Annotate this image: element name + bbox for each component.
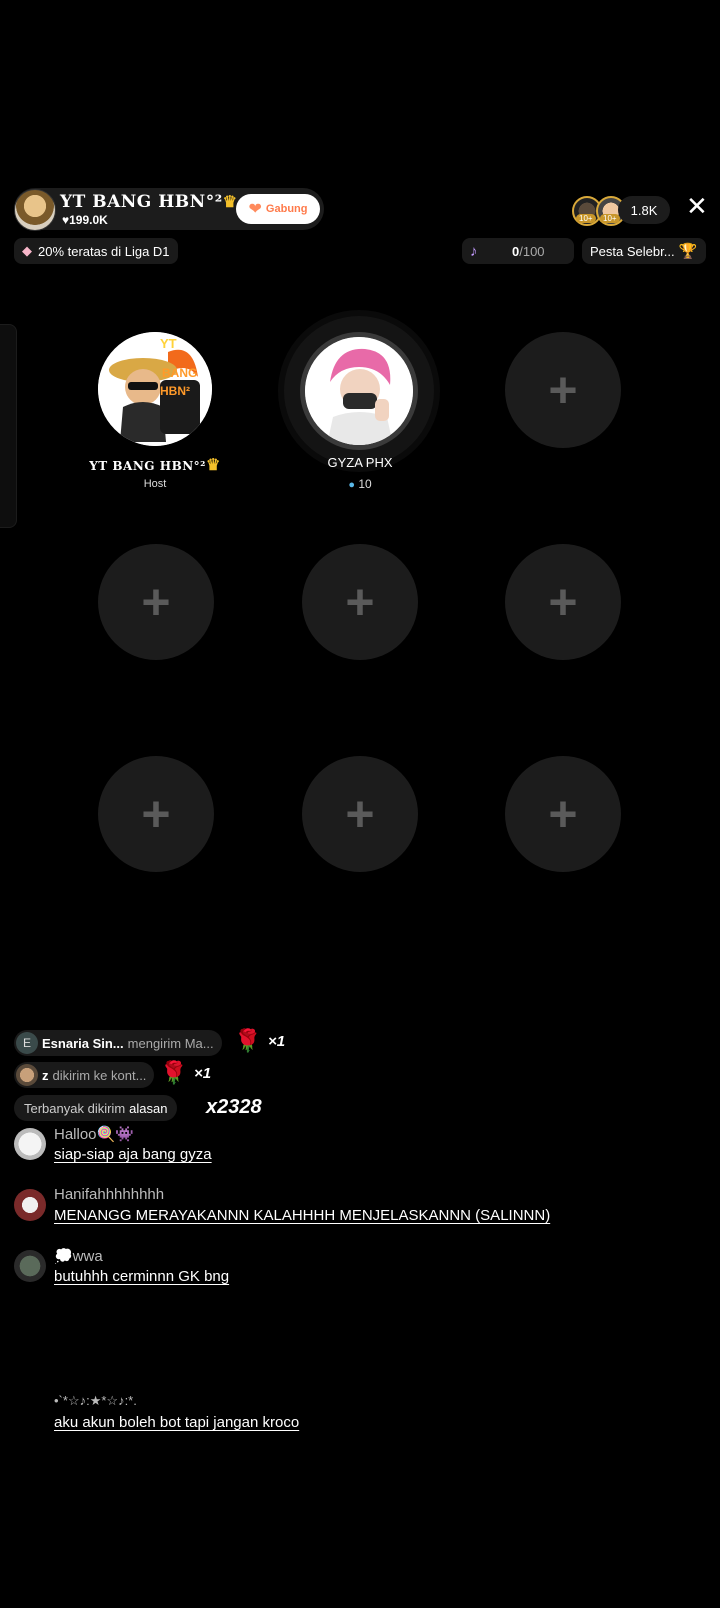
music-note-icon: ♪ bbox=[470, 242, 478, 260]
empty-seat[interactable]: + bbox=[302, 544, 418, 660]
comment-text: MENANGG MERAYAKANNN KALAHHHH MENJELASKAN… bbox=[54, 1207, 551, 1224]
host-seat-avatar[interactable] bbox=[98, 332, 212, 446]
guest-seat-avatar[interactable] bbox=[305, 337, 413, 445]
diamond-icon: ◆ bbox=[22, 243, 32, 258]
plus-icon: + bbox=[345, 574, 375, 630]
top-sent-pill[interactable]: Terbanyak dikirim alasan bbox=[14, 1095, 178, 1121]
plus-icon: + bbox=[548, 362, 578, 418]
plus-icon: + bbox=[548, 786, 578, 842]
top-sent-count: x2328 bbox=[206, 1096, 262, 1118]
gift-count: ×1 bbox=[194, 1065, 212, 1082]
comment-username[interactable]: Hanifahhhhhhhh bbox=[54, 1186, 164, 1203]
trophy-icon: 🏆 bbox=[678, 243, 698, 260]
score-progress-pill[interactable]: ♪ 0/100 bbox=[462, 238, 574, 264]
rose-gift-icon: 🌹 bbox=[160, 1060, 188, 1085]
rose-gift-icon: 🌹 bbox=[234, 1028, 262, 1053]
comment-text: butuhhh cerminnn GK bng bbox=[54, 1268, 230, 1285]
viewer-rank-badge: 10+ bbox=[600, 214, 620, 223]
league-rank-pill[interactable]: ◆ 20% teratas di Liga D1 bbox=[14, 238, 178, 264]
guest-coin-count: ● 10 bbox=[348, 477, 372, 491]
host-logo-text: YT bbox=[160, 336, 177, 351]
guest-seat-name: GYZA PHX bbox=[327, 455, 393, 470]
plus-icon: + bbox=[141, 574, 171, 630]
host-seat-name: YT BANG HBN°²♛ bbox=[89, 455, 221, 474]
join-button[interactable]: ❤ Gabung bbox=[236, 194, 320, 224]
host-name: YT BANG HBN°²♛ bbox=[60, 192, 238, 212]
avatar bbox=[16, 1064, 38, 1086]
crown-icon: ♛ bbox=[205, 455, 221, 474]
gift-notification[interactable]: E Esnaria Sin... mengirim Ma... bbox=[14, 1030, 222, 1056]
empty-seat[interactable]: + bbox=[302, 756, 418, 872]
avatar: E bbox=[16, 1032, 38, 1054]
event-pill[interactable]: Pesta Selebr... 🏆 bbox=[582, 238, 706, 264]
gift-count: ×1 bbox=[268, 1033, 286, 1050]
host-logo-text: HBN² bbox=[160, 384, 190, 398]
empty-seat[interactable]: + bbox=[505, 756, 621, 872]
comment-text: aku akun boleh bot tapi jangan kroco bbox=[54, 1414, 300, 1431]
hearts-icon: ❤ bbox=[248, 201, 262, 218]
comment-username[interactable]: •`*☆♪:★*☆♪:*. bbox=[54, 1393, 137, 1409]
host-logo-text: BANG bbox=[162, 366, 198, 380]
viewer-rank-badge: 10+ bbox=[576, 214, 596, 223]
host-likes: ♥199.0K bbox=[62, 213, 108, 227]
comment-username[interactable]: 💭wwa bbox=[54, 1247, 103, 1265]
comment-text: siap-siap aja bang gyza bbox=[54, 1146, 212, 1163]
avatar[interactable] bbox=[14, 1250, 46, 1282]
comment-username[interactable]: Halloo🍭👾 bbox=[54, 1125, 134, 1143]
plus-icon: + bbox=[548, 574, 578, 630]
avatar[interactable] bbox=[14, 1189, 46, 1221]
side-panel-handle[interactable] bbox=[0, 324, 17, 528]
host-role-label: Host bbox=[143, 478, 167, 490]
close-icon[interactable]: ✕ bbox=[686, 193, 708, 219]
empty-seat[interactable]: + bbox=[505, 332, 621, 448]
avatar[interactable] bbox=[14, 1128, 46, 1160]
plus-icon: + bbox=[345, 786, 375, 842]
coin-icon: ● bbox=[348, 479, 355, 491]
gift-notification[interactable]: z dikirim ke kont... bbox=[14, 1062, 155, 1088]
empty-seat[interactable]: + bbox=[505, 544, 621, 660]
empty-seat[interactable]: + bbox=[98, 756, 214, 872]
host-avatar[interactable] bbox=[14, 189, 56, 231]
empty-seat[interactable]: + bbox=[98, 544, 214, 660]
plus-icon: + bbox=[141, 786, 171, 842]
viewer-count[interactable]: 1.8K bbox=[618, 196, 670, 224]
